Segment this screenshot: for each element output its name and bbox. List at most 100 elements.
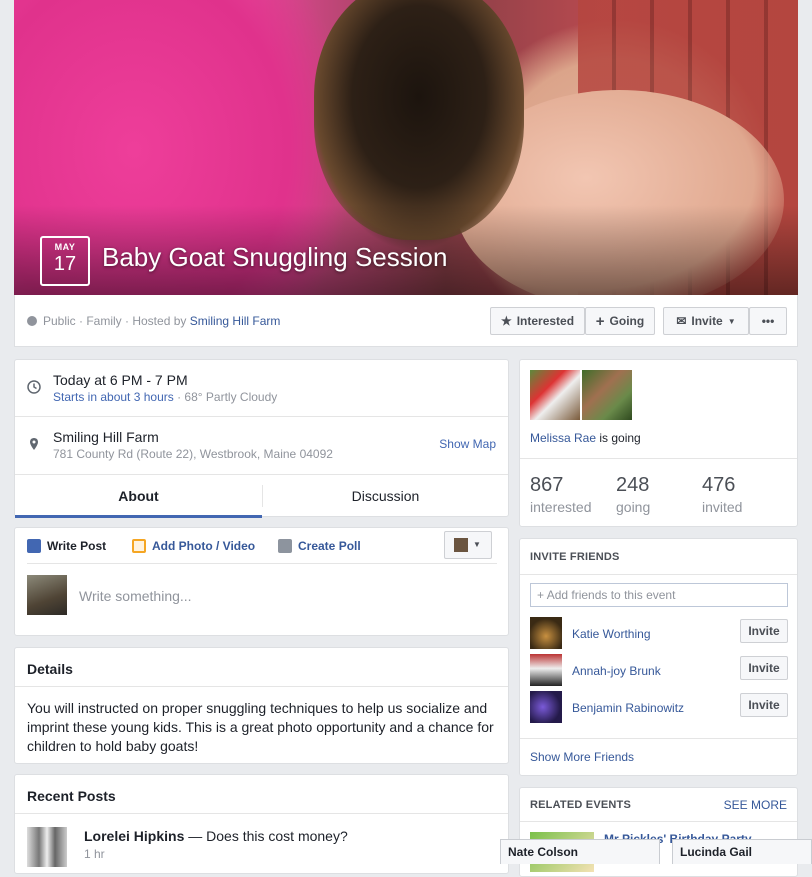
details-text: You will instructed on proper snuggling … xyxy=(27,700,494,754)
invited-label: invited xyxy=(702,499,743,515)
more-options-button[interactable]: ••• xyxy=(749,307,787,335)
invite-friend-button[interactable]: Invite xyxy=(740,693,788,717)
divider xyxy=(520,738,797,739)
chevron-down-icon: ▼ xyxy=(473,540,481,549)
invite-friend-button[interactable]: Invite xyxy=(740,656,788,680)
friend-name[interactable]: Annah-joy Brunk xyxy=(572,664,661,678)
post-time[interactable]: 1 hr xyxy=(84,847,105,861)
weather-text: · 68° Partly Cloudy xyxy=(173,390,278,404)
add-friends-placeholder: Add friends to this event xyxy=(546,588,676,602)
going-friend-link[interactable]: Melissa Rae xyxy=(530,431,596,445)
invite-friend-button[interactable]: Invite xyxy=(740,619,788,643)
clock-icon xyxy=(27,380,41,394)
going-button[interactable]: + Going xyxy=(585,307,655,335)
more-options-icon: ••• xyxy=(761,314,775,328)
going-label: going xyxy=(616,499,651,515)
event-month: MAY xyxy=(54,242,76,252)
invite-button[interactable]: ✉ Invite ▼ xyxy=(663,307,749,335)
cover-goat xyxy=(314,0,524,240)
see-more-link[interactable]: SEE MORE xyxy=(724,798,787,812)
divider xyxy=(27,563,497,564)
divider xyxy=(520,458,797,459)
friend-avatar[interactable] xyxy=(530,617,562,649)
post-composer: Write Post Add Photo / Video Create Poll… xyxy=(14,527,509,636)
event-privacy-category: Public · Family · Hosted by xyxy=(43,314,187,328)
show-map-link[interactable]: Show Map xyxy=(439,437,496,451)
host-link[interactable]: Smiling Hill Farm xyxy=(190,314,281,328)
invited-count: 476 xyxy=(702,474,736,496)
event-date-badge: MAY 17 xyxy=(40,236,90,286)
user-avatar xyxy=(27,575,67,615)
add-photo-label: Add Photo / Video xyxy=(152,539,256,553)
divider xyxy=(520,821,797,822)
tab-discussion[interactable]: Discussion xyxy=(262,475,509,518)
event-time: Today at 6 PM - 7 PM xyxy=(53,372,188,388)
post-snippet: — Does this cost money? xyxy=(184,828,348,844)
add-photo-tab[interactable]: Add Photo / Video xyxy=(132,539,255,553)
pencil-icon xyxy=(27,539,41,553)
event-info-card: Today at 6 PM - 7 PM Starts in about 3 h… xyxy=(14,359,509,518)
write-post-tab[interactable]: Write Post xyxy=(27,539,106,553)
interested-count: 867 xyxy=(530,474,564,496)
write-post-label: Write Post xyxy=(47,539,107,553)
globe-icon xyxy=(27,316,37,326)
stat-invited[interactable]: 476 invited xyxy=(702,474,742,515)
invite-friends-heading: INVITE FRIENDS xyxy=(530,551,620,563)
divider xyxy=(15,416,508,417)
event-meta: Public · Family · Hosted by Smiling Hill… xyxy=(27,314,280,328)
attendance-card: Melissa Rae is going 867 interested 248 … xyxy=(519,359,798,527)
post-as-selector[interactable]: ▼ xyxy=(444,531,492,559)
friend-row: Annah-joy Brunk Invite xyxy=(530,654,788,686)
star-icon: ★ xyxy=(500,314,512,328)
post-header: Lorelei Hipkins — Does this cost money? xyxy=(84,828,348,844)
friend-name[interactable]: Benjamin Rabinowitz xyxy=(572,701,684,715)
chat-tab-nate[interactable]: Nate Colson xyxy=(500,839,660,864)
divider xyxy=(15,686,508,687)
friend-photo[interactable] xyxy=(530,370,580,420)
location-pin-icon xyxy=(27,437,41,451)
stat-interested[interactable]: 867 interested xyxy=(530,474,591,515)
chat-tab-lucinda[interactable]: Lucinda Gail xyxy=(672,839,812,864)
plus-icon: + xyxy=(537,588,545,602)
event-time-subline: Starts in about 3 hours · 68° Partly Clo… xyxy=(53,390,277,404)
going-suffix: is going xyxy=(596,431,641,445)
location-name[interactable]: Smiling Hill Farm xyxy=(53,429,159,445)
post-author-link[interactable]: Lorelei Hipkins xyxy=(84,828,184,844)
friend-row: Benjamin Rabinowitz Invite xyxy=(530,691,788,723)
interested-label: interested xyxy=(530,499,592,515)
create-poll-tab[interactable]: Create Poll xyxy=(278,539,361,553)
add-friends-input[interactable]: + Add friends to this event xyxy=(530,583,788,607)
invite-friends-card: INVITE FRIENDS + Add friends to this eve… xyxy=(519,538,798,776)
details-card: Details You will instructed on proper sn… xyxy=(14,647,509,764)
chevron-down-icon: ▼ xyxy=(727,316,736,326)
post-author-avatar[interactable] xyxy=(27,827,67,867)
show-more-friends-link[interactable]: Show More Friends xyxy=(530,750,634,764)
interested-button[interactable]: ★ Interested xyxy=(490,307,585,335)
divider xyxy=(15,813,508,814)
interested-label: Interested xyxy=(516,314,575,328)
event-meta-bar: Public · Family · Hosted by Smiling Hill… xyxy=(14,295,798,347)
recent-posts-card: Recent Posts Lorelei Hipkins — Does this… xyxy=(14,774,509,874)
event-cover-photo[interactable]: MAY 17 Baby Goat Snuggling Session xyxy=(14,0,798,295)
poll-icon xyxy=(278,539,292,553)
stat-going[interactable]: 248 going xyxy=(616,474,650,515)
related-events-heading: RELATED EVENTS xyxy=(530,799,631,811)
friend-photo[interactable] xyxy=(582,370,632,420)
friend-avatar[interactable] xyxy=(530,691,562,723)
friend-name[interactable]: Katie Worthing xyxy=(572,627,651,641)
event-title: Baby Goat Snuggling Session xyxy=(102,242,448,272)
tab-about[interactable]: About xyxy=(15,475,262,518)
envelope-icon: ✉ xyxy=(676,314,687,328)
going-friend-line: Melissa Rae is going xyxy=(530,431,641,445)
starts-in-link[interactable]: Starts in about 3 hours xyxy=(53,390,174,404)
event-tabs: About Discussion xyxy=(15,474,509,518)
recent-posts-heading: Recent Posts xyxy=(27,788,116,804)
friend-avatar[interactable] xyxy=(530,654,562,686)
location-address: 781 County Rd (Route 22), Westbrook, Mai… xyxy=(53,447,333,461)
going-label: Going xyxy=(609,314,645,328)
going-count: 248 xyxy=(616,474,650,496)
photo-icon xyxy=(132,539,146,553)
post-input[interactable]: Write something... xyxy=(79,588,192,604)
create-poll-label: Create Poll xyxy=(298,539,361,553)
divider xyxy=(520,574,797,575)
